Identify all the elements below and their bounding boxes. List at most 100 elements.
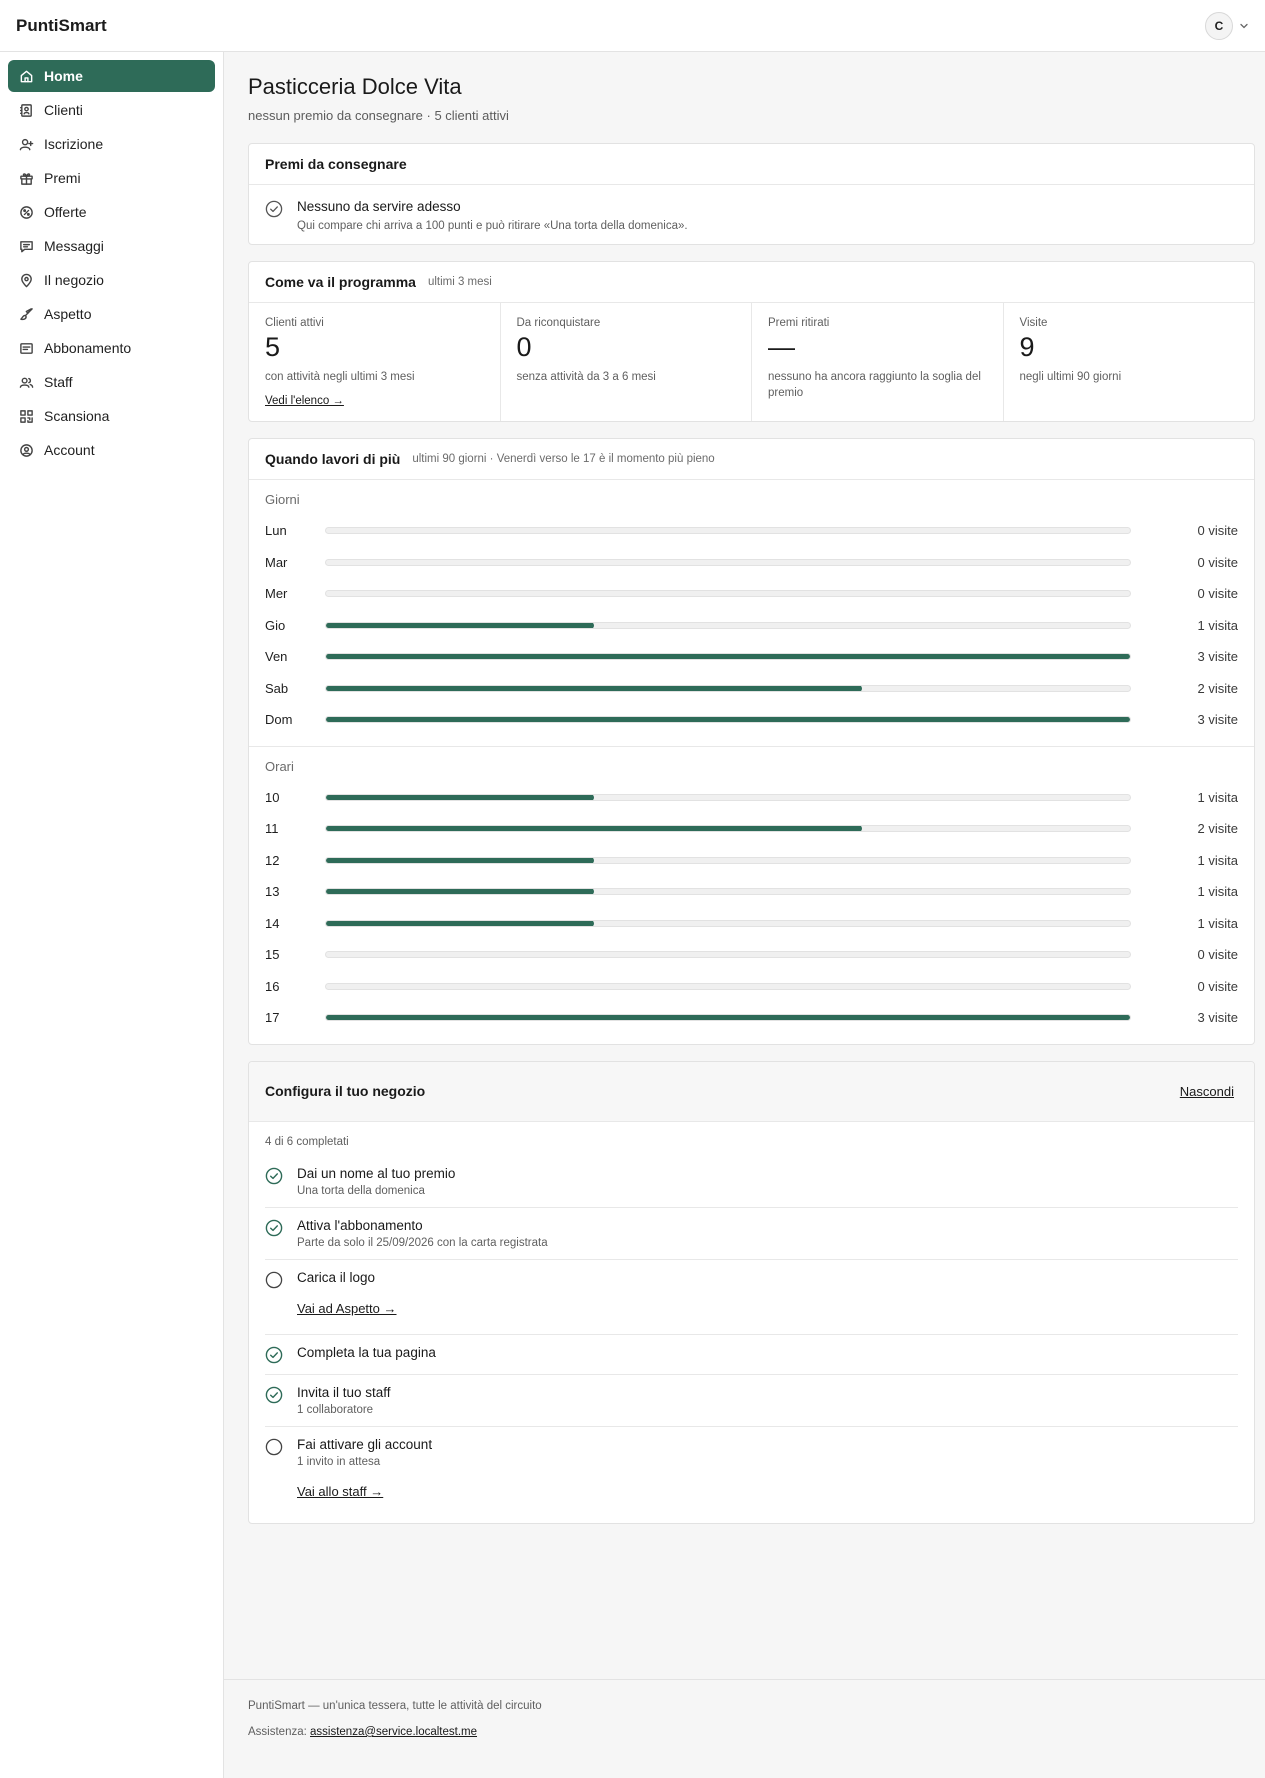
sidebar-item-label: Aspetto — [44, 306, 92, 322]
day-row: Dom 3 visite — [265, 704, 1238, 736]
stats-grid: Clienti attivi 5 con attività negli ulti… — [249, 303, 1254, 421]
setup-task-desc: Una torta della domenica — [297, 1184, 425, 1197]
sidebar-item-account[interactable]: Account — [8, 434, 215, 466]
hour-count: 1 visita — [1197, 884, 1238, 900]
sidebar-item-premi[interactable]: Premi — [8, 162, 215, 194]
sidebar-item-staff[interactable]: Staff — [8, 366, 215, 398]
day-name: Lun — [265, 523, 287, 539]
sidebar-item-offerte[interactable]: Offerte — [8, 196, 215, 228]
day-count: 2 visite — [1197, 680, 1238, 696]
setup-task-desc: 1 collaboratore — [297, 1403, 374, 1416]
hour-bar-track — [325, 951, 1131, 959]
hour-count: 1 visita — [1197, 852, 1238, 868]
page-title: Pasticceria Dolce Vita — [248, 74, 462, 99]
hour-name: 17 — [265, 1010, 280, 1026]
setup-task-body: Dai un nome al tuo premio Una torta della… — [297, 1166, 455, 1197]
hour-row: 17 3 visite — [265, 1002, 1238, 1034]
setup-task-link[interactable]: Vai ad Aspetto → — [297, 1301, 397, 1316]
brush-icon — [18, 306, 34, 322]
user-menu[interactable]: C — [1205, 11, 1249, 40]
sidebar-item-label: Messaggi — [44, 238, 104, 254]
setup-task: Dai un nome al tuo premio Una torta della… — [265, 1156, 1238, 1208]
setup-task-link[interactable]: Vai allo staff → — [297, 1484, 383, 1499]
map-pin-icon — [18, 272, 34, 288]
setup-task-body: Completa la tua pagina — [297, 1345, 436, 1364]
day-count: 0 visite — [1197, 554, 1238, 570]
task-list: Dai un nome al tuo premio Una torta della… — [265, 1156, 1238, 1517]
day-row: Lun 0 visite — [265, 515, 1238, 547]
check-circle-icon — [265, 1386, 283, 1404]
stat-label: Premi ritirati — [768, 317, 830, 329]
day-row: Mar 0 visite — [265, 547, 1238, 579]
setup-task-desc: Parte da solo il 25/09/2026 con la carta… — [297, 1236, 548, 1249]
day-row: Mer 0 visite — [265, 578, 1238, 610]
rewards-card-title: Premi da consegnare — [265, 156, 407, 172]
hour-bar-fill — [326, 794, 594, 800]
stat-value: — — [768, 332, 795, 362]
sidebar-item-negozio[interactable]: Il negozio — [8, 264, 215, 296]
day-name: Ven — [265, 649, 288, 665]
setup-task-body: Invita il tuo staff 1 collaboratore — [297, 1385, 391, 1416]
home-icon — [18, 68, 34, 84]
day-name: Dom — [265, 712, 293, 728]
check-circle-icon — [265, 200, 283, 218]
support-email-link[interactable]: assistenza@service.localtest.me — [310, 1726, 477, 1738]
busy-times-hint: ultimi 90 giorni · Venerdì verso le 17 è… — [412, 453, 715, 465]
stat-to-win-back: Da riconquistare 0 senza attività da 3 a… — [501, 303, 752, 421]
sidebar-item-aspetto[interactable]: Aspetto — [8, 298, 215, 330]
day-name: Mer — [265, 586, 288, 602]
check-circle-icon — [265, 1167, 283, 1185]
sidebar-item-messaggi[interactable]: Messaggi — [8, 230, 215, 262]
rewards-empty-desc: Qui compare chi arriva a 100 punti e può… — [297, 220, 688, 232]
days-bars: Lun 0 visite Mar 0 visite Mer 0 visite Gio 1 vi… — [265, 515, 1238, 736]
days-section: Giorni Lun 0 visite Mar 0 visite Mer 0 visite… — [249, 480, 1254, 746]
hour-bar-track — [325, 919, 1131, 927]
sidebar-item-label: Clienti — [44, 102, 83, 118]
setup-task-title: Completa la tua pagina — [297, 1344, 436, 1360]
message-icon — [18, 238, 34, 254]
setup-task: Fai attivare gli account 1 invito in atte… — [265, 1427, 1238, 1517]
program-card-hint: ultimi 3 mesi — [427, 276, 492, 288]
day-count: 0 visite — [1197, 586, 1238, 602]
sidebar-item-label: Offerte — [44, 204, 87, 220]
day-row: Ven 3 visite — [265, 641, 1238, 673]
main-content: Pasticceria Dolce Vita nessun premio da … — [224, 52, 1265, 1778]
hour-count: 0 visite — [1197, 978, 1238, 994]
hour-row: 14 1 visita — [265, 908, 1238, 940]
day-bar-track — [325, 716, 1131, 724]
sidebar-item-clienti[interactable]: Clienti — [8, 94, 215, 126]
app-brand[interactable]: PuntiSmart — [16, 16, 107, 36]
page-subtitle: nessun premio da consegnare · 5 clienti … — [248, 108, 509, 123]
receipt-icon — [18, 340, 34, 356]
stat-value: 9 — [1019, 332, 1035, 362]
hour-name: 16 — [265, 978, 280, 994]
setup-card: Configura il tuo negozio Nascondi 4 di 6… — [248, 1060, 1255, 1524]
hour-bar-fill — [326, 857, 594, 863]
sidebar-item-abbonamento[interactable]: Abbonamento — [8, 332, 215, 364]
hour-bar-track — [325, 825, 1131, 833]
hour-bar-fill — [326, 826, 862, 832]
stat-rewards-redeemed: Premi ritirati — nessuno ha ancora raggi… — [752, 303, 1004, 421]
setup-task-title: Carica il logo — [297, 1269, 376, 1285]
hours-section: Orari 10 1 visita 11 2 visite 12 1 visita 13 1 … — [249, 745, 1254, 1044]
sidebar-item-iscrizione[interactable]: Iscrizione — [8, 128, 215, 160]
hour-bar-track — [325, 856, 1131, 864]
hour-name: 14 — [265, 915, 280, 931]
hide-setup-link[interactable]: Nascondi — [1180, 1084, 1234, 1099]
setup-task-body: Carica il logo Vai ad Aspetto → — [297, 1270, 397, 1324]
hour-name: 13 — [265, 884, 280, 900]
view-list-link[interactable]: Vedi l'elenco → — [265, 395, 344, 407]
check-circle-icon — [265, 1346, 283, 1364]
hour-bar-track — [325, 793, 1131, 801]
sidebar-item-scansiona[interactable]: Scansiona — [8, 400, 215, 432]
setup-task-title: Attiva l'abbonamento — [297, 1217, 423, 1233]
sidebar-item-home[interactable]: Home — [8, 60, 215, 92]
avatar[interactable]: C — [1205, 11, 1233, 40]
empty-circle-icon — [265, 1438, 283, 1456]
sidebar-item-label: Iscrizione — [44, 136, 104, 152]
sidebar-item-label: Il negozio — [44, 272, 104, 288]
setup-card-header: Configura il tuo negozio Nascondi — [249, 1061, 1254, 1122]
day-name: Sab — [265, 680, 289, 696]
empty-circle-icon — [265, 1271, 283, 1289]
hour-count: 2 visite — [1197, 821, 1238, 837]
